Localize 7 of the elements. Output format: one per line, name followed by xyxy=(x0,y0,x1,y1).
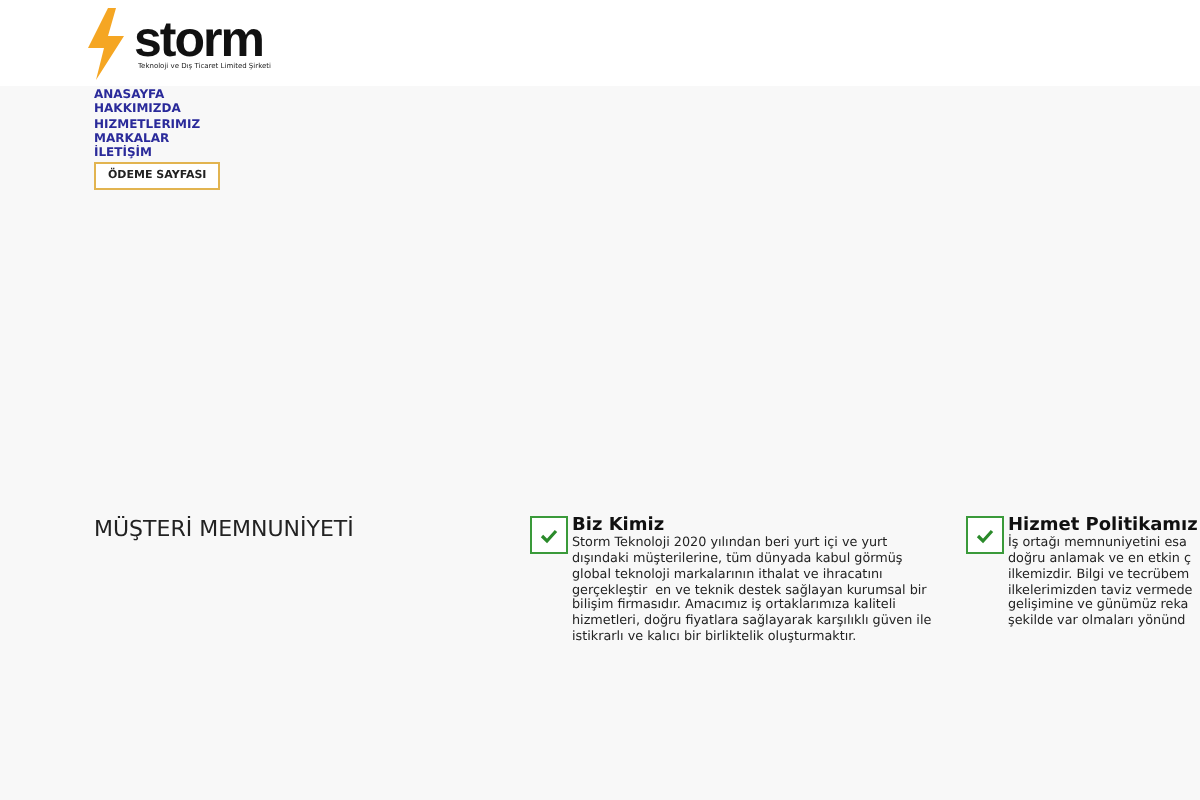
check-icon xyxy=(966,516,1004,555)
check-icon xyxy=(530,516,568,555)
feature-title: Biz Kimiz xyxy=(572,516,665,537)
feature-title: Hizmet Politikamız xyxy=(1008,516,1198,537)
lightning-bolt-icon xyxy=(84,7,128,79)
brand-name: storm xyxy=(134,17,263,61)
section-heading: MÜŞTERİ MEMNUNİYETİ xyxy=(94,516,356,547)
